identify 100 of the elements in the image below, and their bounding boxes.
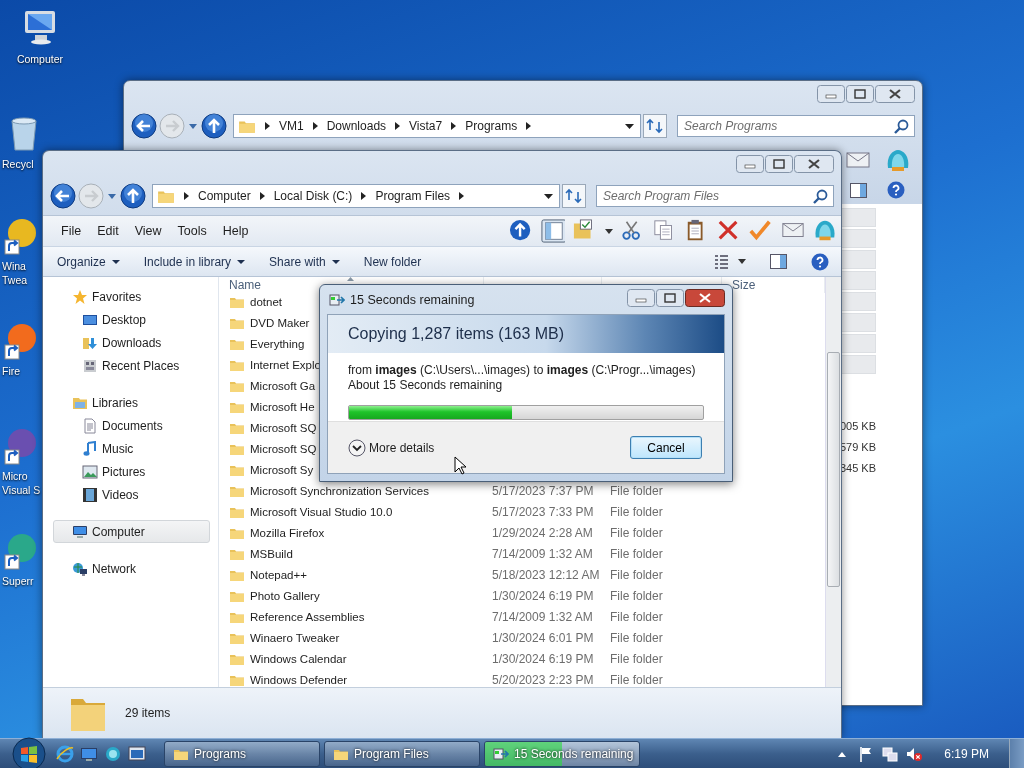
breadcrumb[interactable]: Program Files: [375, 189, 451, 203]
command-button[interactable]: New folder: [363, 254, 422, 269]
clock[interactable]: 6:19 PM: [944, 747, 989, 761]
file-name[interactable]: Everything: [250, 337, 305, 350]
nav-item[interactable]: Downloads: [53, 331, 210, 354]
dropdown-caret-icon[interactable]: [544, 193, 553, 199]
maximize-button[interactable]: [765, 155, 793, 173]
address-bar[interactable]: VM1 Downloads Vista7 Programs: [233, 114, 641, 138]
breadcrumb[interactable]: Vista7: [409, 119, 443, 133]
refresh-button[interactable]: [562, 184, 586, 208]
command-button[interactable]: Organize: [57, 254, 120, 269]
window-icon[interactable]: [128, 745, 146, 763]
chevron-icon[interactable]: [459, 192, 465, 200]
breadcrumb[interactable]: Local Disk (C:): [273, 189, 353, 203]
file-name[interactable]: Microsoft Visual Studio 10.0: [250, 505, 393, 518]
icon-label[interactable]: Fire: [2, 364, 21, 378]
breadcrumb[interactable]: Computer: [198, 189, 251, 203]
monitor-icon[interactable]: [80, 745, 98, 763]
show-hidden-icons-icon[interactable]: [838, 751, 847, 757]
icon-label[interactable]: Micro Visual S: [2, 469, 41, 497]
chevron-icon[interactable]: [361, 192, 367, 200]
file-name[interactable]: Microsoft Sy: [250, 463, 314, 476]
browser-icon[interactable]: [56, 745, 74, 763]
back-button[interactable]: [131, 113, 157, 139]
chevron-icon[interactable]: [312, 122, 318, 130]
nav-item[interactable]: Desktop: [53, 308, 210, 331]
close-button[interactable]: [794, 155, 834, 173]
file-name[interactable]: Winaero Tweaker: [250, 631, 340, 644]
checkmark-icon[interactable]: [749, 219, 773, 243]
breadcrumb[interactable]: Downloads: [326, 119, 387, 133]
nav-item[interactable]: Network: [53, 557, 210, 580]
envelope-icon[interactable]: [845, 149, 871, 171]
file-name[interactable]: Photo Gallery: [250, 589, 320, 602]
file-name[interactable]: DVD Maker: [250, 316, 310, 329]
file-name[interactable]: dotnet: [250, 295, 282, 308]
file-name[interactable]: Microsoft Synchronization Services: [250, 484, 429, 497]
menu-item[interactable]: Tools: [169, 224, 215, 238]
preview-pane-icon[interactable]: [770, 254, 787, 269]
file-name[interactable]: Microsoft SQ: [250, 442, 317, 455]
file-name[interactable]: Microsoft He: [250, 400, 315, 413]
nav-item[interactable]: Libraries: [53, 391, 210, 414]
icon-label[interactable]: Computer: [16, 52, 64, 66]
search-field[interactable]: Search Programs: [677, 115, 915, 137]
shell-icon[interactable]: [104, 745, 122, 763]
refresh-button[interactable]: [643, 114, 667, 138]
preview-pane-icon[interactable]: [850, 182, 867, 198]
up-icon[interactable]: [509, 219, 533, 243]
command-button[interactable]: Include in library: [143, 254, 246, 269]
nav-item[interactable]: Recent Places: [53, 354, 210, 377]
speaker-muted-icon[interactable]: [906, 746, 923, 762]
up-button[interactable]: [201, 113, 227, 139]
file-name[interactable]: Microsoft SQ: [250, 421, 317, 434]
dropdown-caret-icon[interactable]: [738, 259, 746, 264]
help-icon[interactable]: [887, 181, 905, 199]
close-button[interactable]: [685, 288, 725, 307]
nav-item[interactable]: Favorites: [53, 285, 210, 308]
taskbar-button[interactable]: Program Files: [324, 741, 480, 767]
file-name[interactable]: Windows Defender: [250, 673, 348, 686]
address-bar[interactable]: Computer Local Disk (C:) Program Files: [152, 184, 560, 208]
start-button[interactable]: [12, 737, 46, 768]
nav-item[interactable]: Videos: [53, 483, 210, 506]
taskbar-button[interactable]: Programs: [164, 741, 320, 767]
nav-item[interactable]: Pictures: [53, 460, 210, 483]
pane-toggle-icon[interactable]: [541, 219, 565, 243]
file-name[interactable]: Mozilla Firefox: [250, 526, 325, 539]
file-name[interactable]: Reference Assemblies: [250, 610, 365, 623]
maximize-button[interactable]: [846, 85, 874, 103]
file-name[interactable]: Microsoft Ga: [250, 379, 316, 392]
dropdown-caret-icon[interactable]: [625, 123, 634, 129]
nav-item[interactable]: Computer: [53, 520, 210, 543]
command-button[interactable]: Share with: [269, 254, 340, 269]
menu-item[interactable]: View: [126, 224, 170, 238]
menu-item[interactable]: Help: [214, 224, 257, 238]
file-name[interactable]: Notepad++: [250, 568, 307, 581]
breadcrumb[interactable]: Programs: [465, 119, 518, 133]
chevron-icon[interactable]: [265, 122, 270, 130]
file-name[interactable]: MSBuild: [250, 547, 293, 560]
scrollbar[interactable]: [825, 277, 841, 687]
dropdown-caret-icon[interactable]: [605, 228, 613, 234]
column-header[interactable]: Name: [229, 278, 261, 292]
file-name[interactable]: Windows Calendar: [250, 652, 347, 665]
chevron-icon[interactable]: [259, 192, 265, 200]
icon-label[interactable]: Superr: [2, 574, 34, 588]
column-header[interactable]: Size: [732, 278, 756, 292]
icon-label[interactable]: Wina Twea: [2, 259, 28, 287]
scrollbar-thumb[interactable]: [827, 352, 840, 587]
chevron-icon[interactable]: [395, 122, 401, 130]
breadcrumb[interactable]: VM1: [279, 119, 304, 133]
chevron-icon[interactable]: [526, 122, 532, 130]
help-icon[interactable]: [811, 252, 829, 271]
maximize-button[interactable]: [656, 288, 684, 307]
up-button[interactable]: [120, 183, 146, 209]
search-field[interactable]: Search Program Files: [596, 185, 834, 207]
view-list-icon[interactable]: [714, 253, 730, 270]
menu-item[interactable]: Edit: [89, 224, 127, 238]
close-button[interactable]: [875, 85, 915, 103]
icon-label[interactable]: Recycl: [2, 157, 34, 171]
nav-item[interactable]: Documents: [53, 414, 210, 437]
nav-item[interactable]: Music: [53, 437, 210, 460]
network-icon[interactable]: [882, 746, 899, 762]
